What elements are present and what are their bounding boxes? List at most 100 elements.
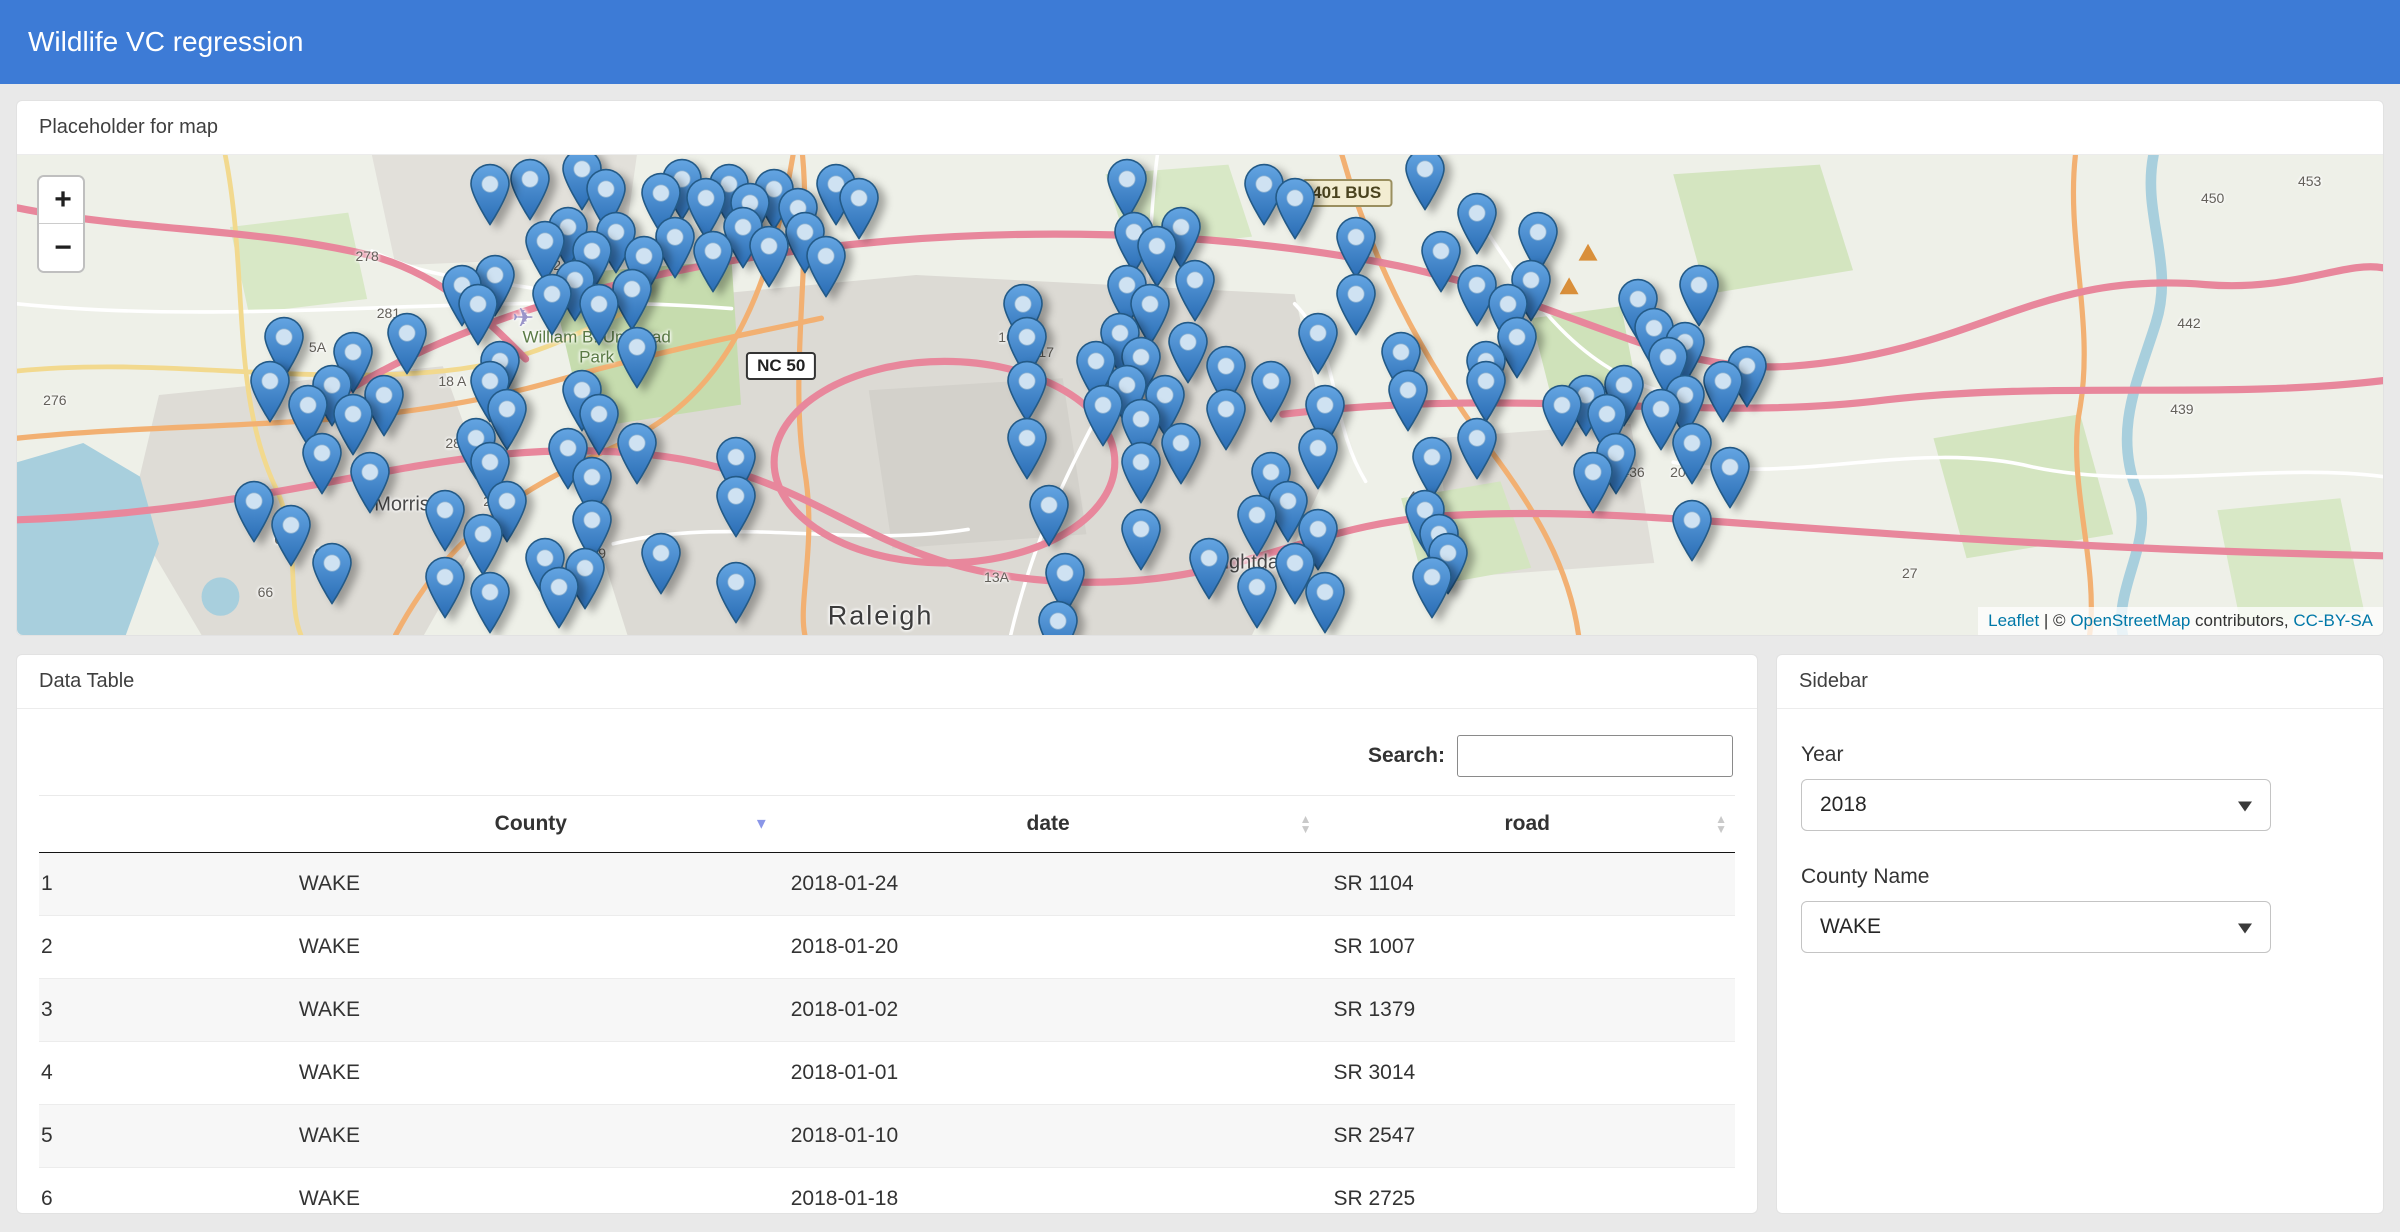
county-select[interactable]: WAKE [1801,901,2271,953]
map-marker-pin[interactable] [1334,216,1378,278]
map-marker-pin[interactable] [348,451,392,513]
column-header-date[interactable]: date▲▼ [777,796,1320,853]
map-marker-pin[interactable] [714,562,758,624]
county-label: County Name [1801,865,2359,889]
search-row: Search: [39,709,1735,795]
county-cell: WAKE [285,979,777,1042]
map-marker-pin[interactable] [837,178,881,240]
map-marker-pin[interactable] [747,226,791,288]
map-marker-pin[interactable] [804,235,848,297]
map-marker-pin[interactable] [1334,274,1378,336]
map-marker-pin[interactable] [639,533,683,595]
date-cell: 2018-01-01 [777,1042,1320,1105]
map-marker-pin[interactable] [1036,600,1080,635]
sidebar-panel: Sidebar Year 2018 County Name WAKE [1776,654,2384,1214]
county-cell: WAKE [285,1168,777,1215]
table-header-row: County▼date▲▼road▲▼ [39,796,1735,853]
road-cell: SR 1007 [1319,916,1735,979]
search-input[interactable] [1457,735,1733,777]
attribution-separator: | © [2039,611,2070,630]
map-attribution: Leaflet | © OpenStreetMap contributors, … [1978,607,2383,635]
map-marker-pin[interactable] [615,423,659,485]
map-marker-pin[interactable] [1455,418,1499,480]
county-cell: WAKE [285,1105,777,1168]
map-canvas[interactable]: William B. Umstead ParkMorrisvilleRaleig… [17,155,2383,635]
map-marker-pin[interactable] [1005,418,1049,480]
map-marker-pin[interactable] [1119,442,1163,504]
page-title: Wildlife VC regression [28,26,303,58]
column-header-County[interactable]: County▼ [285,796,777,853]
map-marker-pin[interactable] [1701,360,1745,422]
license-link[interactable]: CC-BY-SA [2293,611,2373,630]
chevron-down-icon [2238,802,2252,812]
map-panel: Placeholder for map [16,100,2384,636]
map-marker-pin[interactable] [1249,360,1293,422]
bottom-row: Data Table Search: County▼date▲▼road▲▼ 1… [16,654,2384,1214]
map-marker-pin[interactable] [1571,451,1615,513]
map-marker-pin[interactable] [1159,423,1203,485]
table-body-wrap: Search: County▼date▲▼road▲▼ 1WAKE2018-01… [17,709,1757,1214]
table-row: 2WAKE2018-01-20SR 1007 [39,916,1735,979]
column-header-index [39,796,285,853]
map-marker-pin[interactable] [1540,384,1584,446]
map-marker-pin[interactable] [1464,360,1508,422]
map-marker-pin[interactable] [1005,360,1049,422]
sidebar-body: Year 2018 County Name WAKE [1777,743,2383,953]
map-marker-pin[interactable] [691,231,735,293]
map-marker-pin[interactable] [1173,259,1217,321]
search-label: Search: [1368,744,1445,768]
map-marker-pin[interactable] [1303,571,1347,633]
map-marker-pin[interactable] [714,475,758,537]
data-table-panel: Data Table Search: County▼date▲▼road▲▼ 1… [16,654,1758,1214]
data-table: County▼date▲▼road▲▼ 1WAKE2018-01-24SR 11… [39,795,1735,1214]
map-marker-pin[interactable] [269,504,313,566]
map-marker-pin[interactable] [1386,370,1430,432]
row-index-cell: 3 [39,979,285,1042]
map-marker-pin[interactable] [1296,312,1340,374]
map-marker-pin[interactable] [1204,389,1248,451]
year-label: Year [1801,743,2359,767]
map-marker-pin[interactable] [615,327,659,389]
table-row: 3WAKE2018-01-02SR 1379 [39,979,1735,1042]
sort-icon: ▲▼ [1715,814,1727,834]
map-marker-pin[interactable] [1027,485,1071,547]
road-cell: SR 1104 [1319,853,1735,916]
map-marker-pin[interactable] [1708,447,1752,509]
zoom-out-button[interactable]: − [39,224,85,271]
map-marker-pin[interactable] [537,567,581,629]
map-marker-pin[interactable] [423,557,467,619]
leaflet-link[interactable]: Leaflet [1988,611,2039,630]
sidebar-panel-title: Sidebar [1777,655,2383,709]
zoom-in-button[interactable]: + [39,177,85,224]
map-marker-pin[interactable] [530,274,574,336]
map-marker-pin[interactable] [1119,509,1163,571]
map-marker-pin[interactable] [310,543,354,605]
road-cell: SR 3014 [1319,1042,1735,1105]
map-marker-pin[interactable] [1677,264,1721,326]
column-header-road[interactable]: road▲▼ [1319,796,1735,853]
map-marker-pin[interactable] [468,571,512,633]
map-marker-pin[interactable] [385,312,429,374]
map-marker-pin[interactable] [456,283,500,345]
page-content: Placeholder for map [0,84,2400,1230]
map-marker-pin[interactable] [1235,567,1279,629]
date-cell: 2018-01-24 [777,853,1320,916]
map-marker-pin[interactable] [1403,155,1447,211]
road-cell: SR 1379 [1319,979,1735,1042]
map-marker-pin[interactable] [468,163,512,225]
sort-icon: ▲▼ [1300,814,1312,834]
map-marker-pin[interactable] [1273,178,1317,240]
osm-link[interactable]: OpenStreetMap [2070,611,2190,630]
year-select[interactable]: 2018 [1801,779,2271,831]
map-marker-pin[interactable] [461,514,505,576]
row-index-cell: 2 [39,916,285,979]
road-cell: SR 2725 [1319,1168,1735,1215]
map-marker-pin[interactable] [1410,557,1454,619]
county-select-value: WAKE [1820,915,1881,939]
row-index-cell: 6 [39,1168,285,1215]
map-marker-pin[interactable] [300,432,344,494]
map-marker-pin[interactable] [1670,499,1714,561]
map-marker-pin[interactable] [1187,538,1231,600]
date-cell: 2018-01-02 [777,979,1320,1042]
table-body: 1WAKE2018-01-24SR 11042WAKE2018-01-20SR … [39,853,1735,1215]
